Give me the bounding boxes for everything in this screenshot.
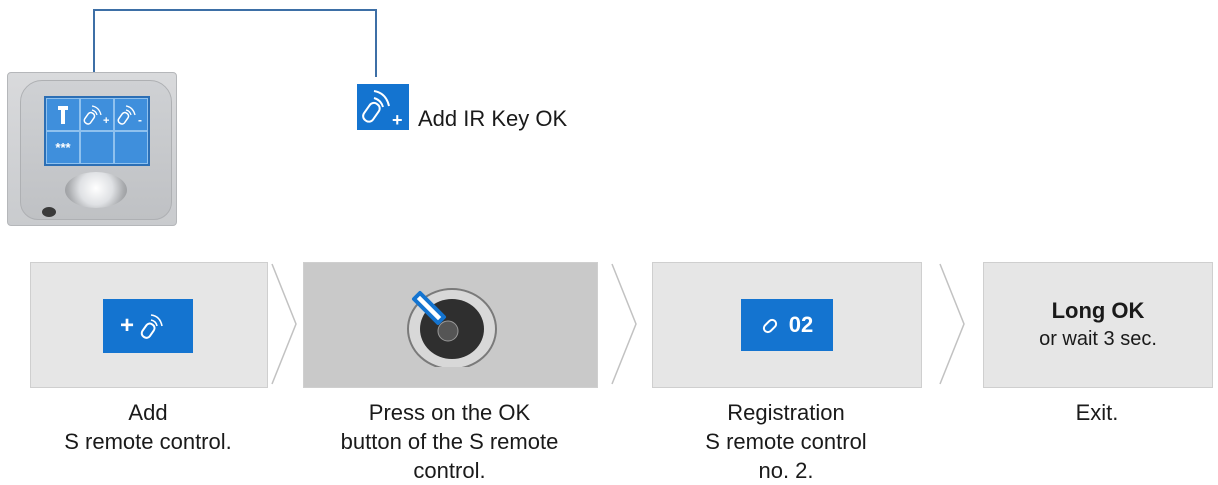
screen-cell [80, 131, 114, 164]
exit-instructions: Long OK or wait 3 sec. [984, 297, 1212, 353]
exit-subtitle: or wait 3 sec. [1039, 328, 1157, 350]
device-screen: + - *** [44, 96, 150, 166]
header-label: Add IR Key OK [418, 106, 568, 131]
connector-line [93, 9, 377, 11]
step-panel-add: + [30, 262, 268, 388]
caption-line: control. [413, 458, 486, 483]
step-caption: Add S remote control. [30, 398, 266, 456]
step-caption: Registration S remote control no. 2. [652, 398, 920, 485]
step-caption: Exit. [983, 398, 1211, 427]
wrench-icon [46, 98, 80, 131]
screen-cell [114, 131, 148, 164]
caption-line: Add [128, 400, 168, 425]
registration-number: 02 [788, 312, 814, 337]
caption-line: button of the S remote [340, 429, 559, 454]
screen-box: 02 [741, 299, 833, 351]
add-remote-icon: + [120, 312, 163, 339]
caption-line: Registration [727, 400, 845, 425]
remote-icon [762, 318, 777, 334]
remote-add-icon: + [80, 98, 114, 131]
device-knob [65, 172, 127, 208]
caption-line: Press on the OK [368, 400, 531, 425]
connector-line [375, 9, 377, 77]
svg-text:+: + [103, 115, 109, 126]
svg-text:+: + [120, 312, 134, 339]
svg-text:+: + [392, 110, 403, 130]
caption-line: no. 2. [758, 458, 814, 483]
screen-cell-stars: *** [46, 131, 80, 164]
svg-text:-: - [138, 113, 142, 126]
step-panel-press [303, 262, 598, 388]
caption-line: Exit. [1075, 400, 1119, 425]
step-caption: Press on the OK button of the S remote c… [303, 398, 596, 485]
step-arrow [271, 263, 297, 385]
device-led [42, 207, 56, 217]
step-arrow [611, 263, 637, 385]
exit-title: Long OK [1051, 298, 1145, 323]
step-arrow [939, 263, 965, 385]
screen-box: + [103, 299, 193, 353]
remote-control-photo [407, 288, 497, 367]
step-panel-exit: Long OK or wait 3 sec. [983, 262, 1213, 388]
step-panel-registration: 02 [652, 262, 922, 388]
caption-line: S remote control. [64, 429, 232, 454]
remote-add-icon: + [357, 84, 409, 130]
caption-line: S remote control [705, 429, 867, 454]
remote-remove-icon: - [114, 98, 148, 131]
